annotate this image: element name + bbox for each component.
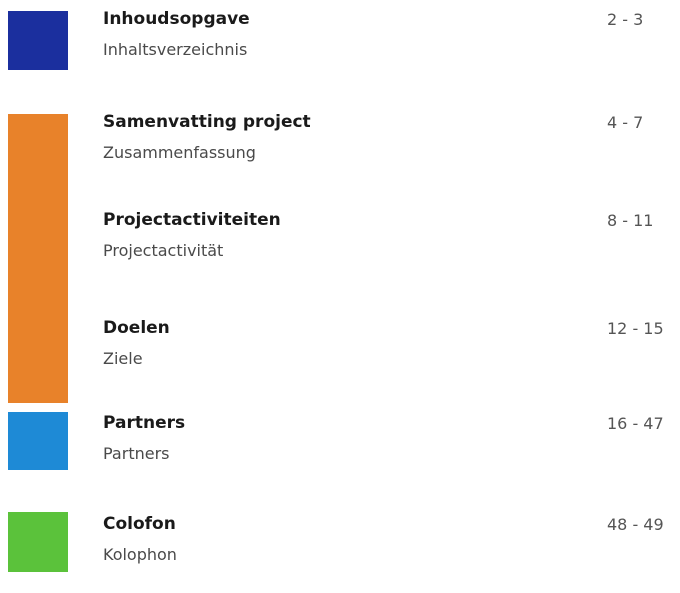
- toc-entry-subtitle: Projectactivität: [103, 241, 224, 260]
- toc-entry-samenvatting-project[interactable]: Samenvatting project Zusammenfassung 4 -…: [103, 111, 663, 191]
- color-bar-light-blue: [8, 412, 68, 470]
- toc-entry-subtitle: Zusammenfassung: [103, 143, 256, 162]
- color-bar-blue: [8, 11, 68, 70]
- toc-entry-pages: 16 - 47: [607, 414, 664, 433]
- toc-entry-title: Partners: [103, 413, 186, 433]
- toc-entry-pages: 8 - 11: [607, 211, 654, 230]
- toc-entry-pages: 12 - 15: [607, 319, 664, 338]
- toc-entry-subtitle: Partners: [103, 444, 170, 463]
- toc-entry-subtitle: Ziele: [103, 349, 143, 368]
- toc-entry-title: Samenvatting project: [103, 112, 311, 132]
- toc-entry-title: Doelen: [103, 318, 170, 338]
- toc-entry-colofon[interactable]: Colofon Kolophon 48 - 49: [103, 513, 664, 593]
- toc-entry-subtitle: Inhaltsverzeichnis: [103, 40, 248, 59]
- table-of-contents-page: Inhoudsopgave Inhaltsverzeichnis 2 - 3 S…: [0, 0, 680, 576]
- toc-entry-partners[interactable]: Partners Partners 16 - 47: [103, 412, 664, 492]
- toc-entry-pages: 4 - 7: [607, 113, 644, 132]
- color-bar-orange: [8, 114, 68, 403]
- toc-entry-inhoudsopgave[interactable]: Inhoudsopgave Inhaltsverzeichnis 2 - 3: [103, 8, 663, 88]
- toc-entry-pages: 2 - 3: [607, 10, 644, 29]
- toc-entry-subtitle: Kolophon: [103, 545, 177, 564]
- toc-entry-doelen[interactable]: Doelen Ziele 12 - 15: [103, 317, 664, 397]
- toc-entry-pages: 48 - 49: [607, 515, 664, 534]
- toc-entry-projectactiviteiten[interactable]: Projectactiviteiten Projectactivität 8 -…: [103, 209, 663, 289]
- color-bar-green: [8, 512, 68, 572]
- toc-entry-title: Inhoudsopgave: [103, 9, 250, 29]
- toc-entry-title: Colofon: [103, 514, 176, 534]
- toc-entry-title: Projectactiviteiten: [103, 210, 281, 230]
